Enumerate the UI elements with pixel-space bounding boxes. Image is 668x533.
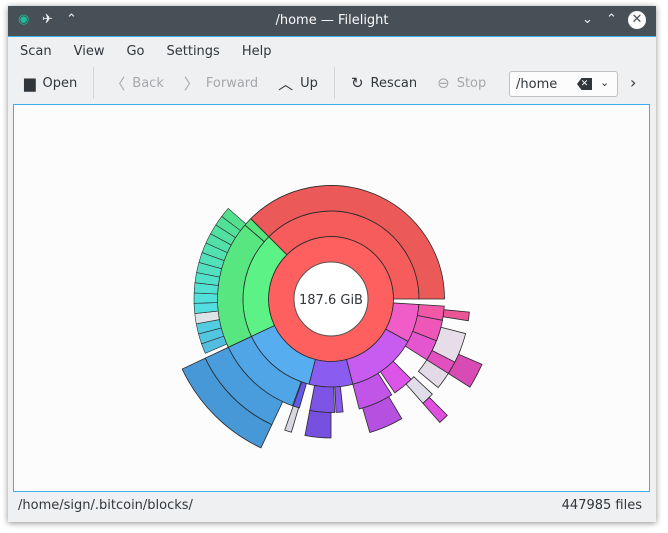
path-combo[interactable]: /home ✕ ⌄ [509,71,618,97]
menu-bar: Scan View Go Settings Help [8,37,656,65]
open-button[interactable]: ▆ Open [24,74,77,92]
directory-segment[interactable] [284,405,300,433]
separator [333,67,335,99]
radial-map[interactable]: 187.6 GiB [14,105,649,491]
refresh-icon: ↻ [350,74,364,92]
up-button[interactable]: ︿ Up [278,73,318,94]
status-bar: /home/sign/.bitcoin/blocks/ 447985 files [18,498,642,513]
separator [93,67,95,99]
directory-segment[interactable] [422,396,448,423]
window-title: /home — Filelight [275,13,389,28]
toolbar-overflow-icon[interactable]: › [630,73,636,92]
directory-segment[interactable] [442,309,470,322]
status-path: /home/sign/.bitcoin/blocks/ [18,498,193,513]
close-button[interactable]: ✕ [628,11,646,29]
chevron-down-icon[interactable]: ⌄ [600,76,609,89]
forward-label: Forward [205,75,259,91]
filelight-window: ◉ ✈ ⌃ /home — Filelight ⌄ ⌃ ✕ Scan View … [8,6,656,522]
stop-button[interactable]: ⊖ Stop [437,74,486,92]
chevron-up-icon: ︿ [278,74,294,93]
back-button[interactable]: 〈 Back [110,73,164,94]
directory-segment[interactable] [304,410,332,439]
minimize-button[interactable]: ⌄ [582,12,593,27]
toolbar: ▆ Open 〈 Back 〉 Forward ︿ Up ↻ Rescan ⊖ Stop /… [8,65,656,101]
total-size-label: 187.6 GiB [299,293,363,308]
radial-map-view[interactable]: 187.6 GiB [13,104,650,492]
rescan-button[interactable]: ↻ Rescan [351,74,417,92]
directory-segment[interactable] [309,384,335,413]
title-bar: ◉ ✈ ⌃ /home — Filelight ⌄ ⌃ ✕ [8,6,656,37]
stop-label: Stop [456,75,487,91]
status-file-count: 447985 files [561,498,642,513]
path-input[interactable]: /home [516,77,557,92]
menu-go[interactable]: Go [126,44,144,59]
menu-help[interactable]: Help [242,44,272,59]
menu-scan[interactable]: Scan [20,44,52,59]
rescan-label: Rescan [370,75,418,91]
back-label: Back [132,75,164,91]
stop-icon: ⊖ [437,74,450,92]
folder-icon: ▆ [24,74,36,92]
menu-settings[interactable]: Settings [167,44,220,59]
directory-segment[interactable] [334,386,344,413]
maximize-button[interactable]: ⌃ [606,12,617,27]
chevron-left-icon: 〈 [110,74,126,93]
menu-view[interactable]: View [74,44,105,59]
open-label: Open [42,75,78,91]
directory-segment[interactable] [308,359,354,388]
forward-button[interactable]: 〉 Forward [184,73,258,94]
directory-segment[interactable] [193,292,218,304]
clear-icon[interactable]: ✕ [577,78,592,90]
chevron-right-icon: 〉 [183,74,199,93]
up-label: Up [300,75,318,91]
